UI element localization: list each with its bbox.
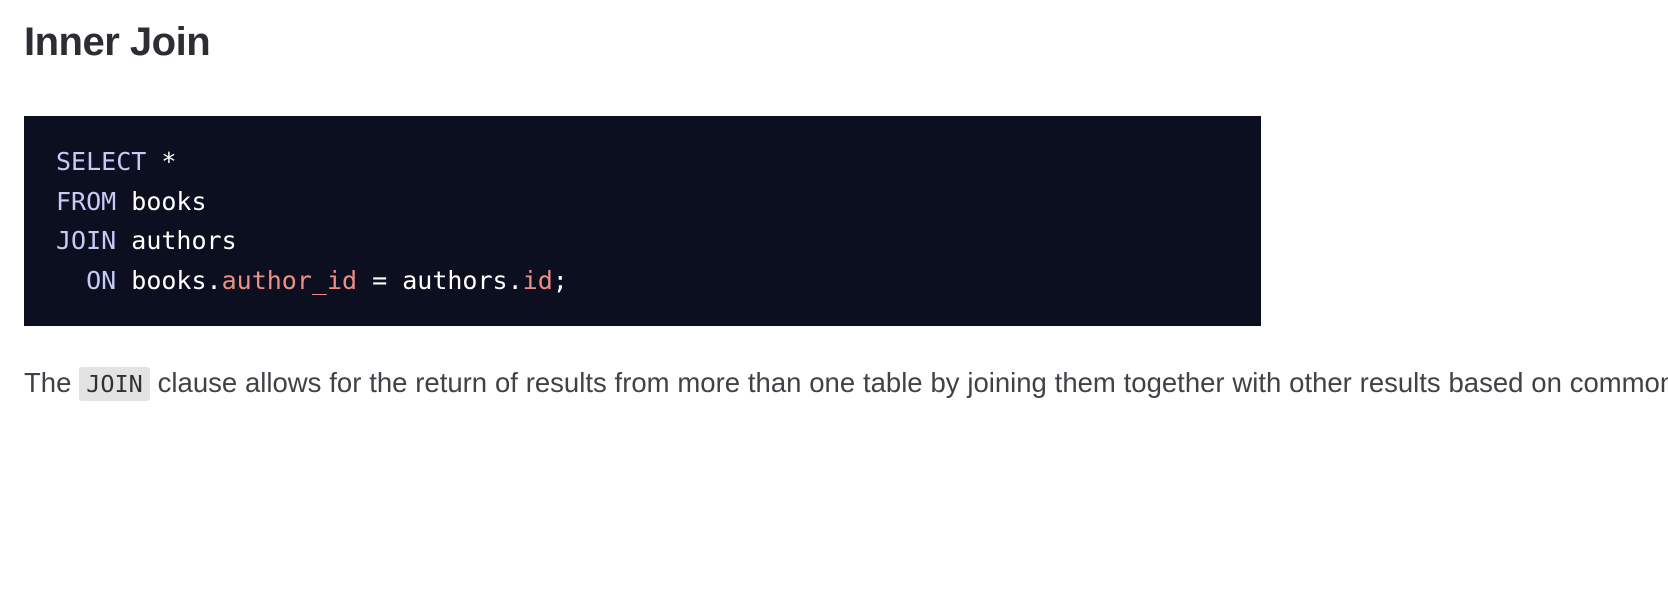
page-title: Inner Join xyxy=(24,20,211,64)
code-token-select-args: * xyxy=(146,147,177,176)
body-paragraph: The JOIN clause allows for the return of… xyxy=(24,326,1668,411)
code-token-keyword-select: SELECT xyxy=(56,147,147,176)
code-token-semicolon: ; xyxy=(552,265,568,295)
code-token-dot-left: . xyxy=(206,265,222,295)
code-token-equals-right-table: = authors xyxy=(357,265,508,295)
code-token-keyword-join: JOIN xyxy=(56,226,117,255)
paragraph-text-2: clause allows for the return of results … xyxy=(157,367,1668,398)
inline-code-join-1: JOIN xyxy=(79,367,150,401)
code-token-indent xyxy=(56,266,86,295)
code-token-from-table: books xyxy=(116,186,207,216)
code-token-join-table: authors xyxy=(116,226,237,255)
document-page: Inner Join SELECT * FROM books JOIN auth… xyxy=(0,0,1668,596)
code-token-keyword-on: ON xyxy=(86,265,117,295)
code-token-keyword-from: FROM xyxy=(56,186,117,216)
code-content: SELECT * FROM books JOIN authors ON book… xyxy=(24,142,1261,300)
sql-code-block: SELECT * FROM books JOIN authors ON book… xyxy=(24,116,1261,326)
code-token-left-column: author_id xyxy=(221,265,358,295)
paragraph-text-1: The xyxy=(24,367,80,398)
code-token-left-table: books xyxy=(116,265,207,295)
code-token-dot-right: . xyxy=(507,265,523,295)
code-token-right-column: id xyxy=(522,265,553,295)
